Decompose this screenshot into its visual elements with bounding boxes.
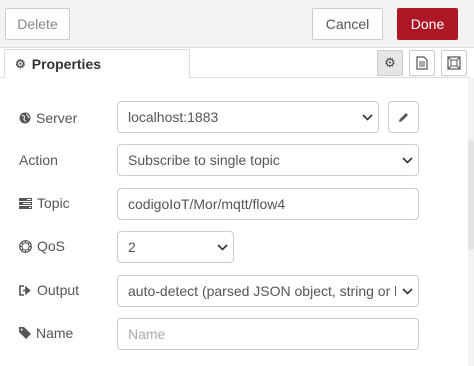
gear-icon: ⚙ [384,55,396,70]
server-select[interactable]: localhost:1883 [117,101,379,133]
qos-label: QoS [19,236,65,256]
topic-label: Topic [19,193,70,213]
tray-toolbar: Delete Cancel Done [0,0,474,48]
action-value: Subscribe to single topic [128,152,280,168]
done-button[interactable]: Done [397,8,458,40]
action-label-text: Action [19,152,58,168]
appearance-icon [447,56,461,70]
globe-icon [19,112,31,124]
name-label: Name [19,323,73,343]
chevron-down-icon [396,156,418,164]
server-value: localhost:1883 [128,109,219,125]
tab-description[interactable] [409,50,435,76]
tab-settings[interactable]: ⚙ [377,50,403,76]
name-placeholder: Name [128,326,166,342]
name-input[interactable]: Name [117,318,419,350]
qos-value: 2 [128,239,136,255]
edit-server-button[interactable] [388,101,419,133]
qos-select[interactable]: 2 [117,231,234,263]
topic-value: codigoIoT/Mor/mqtt/flow4 [128,196,286,212]
server-label: Server [19,108,77,128]
empire-icon [19,239,32,253]
output-label: Output [19,280,79,300]
sign-out-icon [19,284,31,296]
output-value: auto-detect (parsed JSON object, string … [128,283,396,299]
qos-label-text: QoS [37,238,66,254]
action-select[interactable]: Subscribe to single topic [117,144,419,176]
description-icon [416,56,428,70]
chevron-down-icon [356,113,378,121]
output-label-text: Output [37,282,80,298]
cancel-button[interactable]: Cancel [312,8,383,40]
topic-label-text: Topic [37,195,70,211]
tab-appearance[interactable] [441,50,467,76]
chevron-down-icon [211,243,233,251]
action-label: Action [19,150,58,170]
tab-properties-label: Properties [31,56,102,72]
server-label-text: Server [36,110,78,126]
tab-properties[interactable]: ⚙ Properties [4,49,190,78]
tag-icon [19,327,31,339]
gear-icon: ⚙ [15,57,26,71]
topic-input[interactable]: codigoIoT/Mor/mqtt/flow4 [117,188,419,220]
tasks-icon [19,197,32,209]
name-label-text: Name [36,325,74,341]
pencil-icon [399,112,408,122]
delete-button[interactable]: Delete [5,8,70,40]
chevron-down-icon [396,287,418,295]
output-select[interactable]: auto-detect (parsed JSON object, string … [117,275,419,307]
scrollbar-thumb[interactable] [468,140,474,250]
